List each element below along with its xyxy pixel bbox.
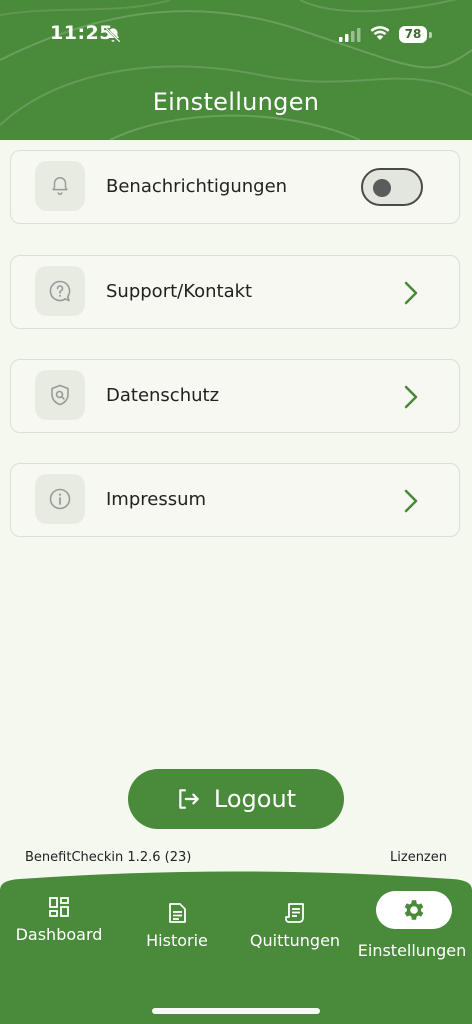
chevron-right-icon	[404, 281, 418, 305]
shield-icon	[51, 384, 69, 406]
nav-history-label: Historie	[146, 931, 208, 950]
nav-dashboard[interactable]: Dashboard	[10, 895, 108, 944]
logout-button[interactable]: Logout	[128, 769, 344, 829]
privacy-label: Datenschutz	[106, 385, 220, 406]
dashboard-icon	[49, 897, 69, 917]
nav-settings-label: Einstellungen	[357, 941, 467, 960]
info-icon-container	[35, 474, 85, 524]
imprint-label: Impressum	[106, 489, 207, 510]
support-label: Support/Kontakt	[106, 281, 253, 302]
gear-icon	[404, 900, 424, 920]
privacy-icon-container	[35, 370, 85, 420]
nav-settings[interactable]: Einstellungen	[352, 935, 472, 960]
app-version: BenefitCheckin 1.2.6 (23)	[25, 850, 192, 865]
info-icon	[49, 488, 71, 510]
status-bar: 11:25 78	[0, 0, 472, 70]
history-icon	[169, 903, 186, 923]
support-icon-container	[35, 266, 85, 316]
nav-settings-active-indicator[interactable]	[376, 891, 452, 929]
nav-receipts[interactable]: Quittungen	[246, 901, 344, 950]
header: 11:25 78 Einstellungen	[0, 0, 472, 140]
battery-tip	[429, 32, 432, 38]
receipt-icon	[285, 903, 304, 923]
notifications-label: Benachrichtigungen	[106, 176, 288, 197]
support-row[interactable]: Support/Kontakt	[10, 255, 460, 329]
bell-icon-container	[35, 161, 85, 211]
wifi-icon	[370, 26, 390, 40]
bell-off-icon	[105, 27, 121, 43]
toggle-knob	[373, 179, 391, 197]
privacy-row[interactable]: Datenschutz	[10, 359, 460, 433]
help-bubble-icon	[49, 280, 71, 302]
nav-history[interactable]: Historie	[130, 901, 224, 950]
battery-indicator: 78	[399, 26, 427, 43]
notifications-toggle[interactable]	[361, 168, 423, 206]
logout-icon	[179, 789, 199, 809]
notifications-row[interactable]: Benachrichtigungen	[10, 150, 460, 224]
nav-dashboard-label: Dashboard	[15, 925, 103, 944]
home-indicator	[152, 1008, 320, 1014]
bell-icon	[52, 177, 68, 195]
licenses-link[interactable]: Lizenzen	[390, 850, 447, 865]
page-title: Einstellungen	[152, 88, 320, 116]
chevron-right-icon	[404, 385, 418, 409]
nav-receipts-label: Quittungen	[249, 931, 341, 950]
imprint-row[interactable]: Impressum	[10, 463, 460, 537]
signal-icon	[339, 28, 361, 42]
logout-label: Logout	[213, 785, 297, 813]
chevron-right-icon	[404, 489, 418, 513]
